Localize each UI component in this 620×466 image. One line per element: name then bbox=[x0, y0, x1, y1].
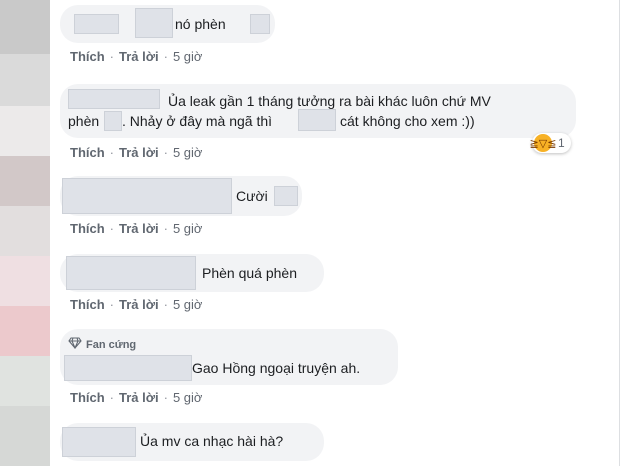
comment-actions: Thích · Trả lời · 5 giờ bbox=[70, 49, 202, 64]
separator-dot: · bbox=[109, 49, 115, 64]
reply-button[interactable]: Trả lời bbox=[119, 221, 159, 236]
comment-text: Phèn quá phèn bbox=[202, 265, 297, 281]
like-button[interactable]: Thích bbox=[70, 297, 105, 312]
avatar[interactable] bbox=[0, 256, 50, 306]
timestamp[interactable]: 5 giờ bbox=[173, 221, 203, 236]
avatar[interactable] bbox=[0, 156, 50, 206]
like-button[interactable]: Thích bbox=[70, 390, 105, 405]
reply-button[interactable]: Trả lời bbox=[119, 145, 159, 160]
separator-dot: · bbox=[109, 390, 115, 405]
blurred-name bbox=[62, 178, 232, 214]
comment-text: . Nhảy ở đây mà ngã thì bbox=[122, 113, 273, 129]
avatar[interactable] bbox=[0, 106, 50, 156]
comment-text: Cười bbox=[236, 188, 268, 204]
comment-bubble: nó phèn bbox=[60, 5, 275, 43]
avatar[interactable] bbox=[0, 306, 50, 356]
comment-text: nó phèn bbox=[175, 16, 226, 32]
reply-button[interactable]: Trả lời bbox=[119, 390, 159, 405]
fan-badge[interactable]: Fan cứng bbox=[68, 337, 136, 352]
blurred-name bbox=[135, 8, 173, 38]
comment-actions: Thích · Trả lời · 5 giờ bbox=[70, 145, 202, 160]
comment-actions: Thích · Trả lời · 5 giờ bbox=[70, 390, 202, 405]
avatar[interactable] bbox=[0, 406, 50, 466]
blurred-name bbox=[68, 89, 160, 109]
separator-dot: · bbox=[163, 297, 168, 312]
comment-bubble: Ủa leak gần 1 tháng tưởng ra bài khác lu… bbox=[60, 84, 576, 138]
separator-dot: · bbox=[109, 145, 115, 160]
blurred-text bbox=[298, 109, 336, 131]
blurred-text bbox=[274, 186, 298, 206]
blurred-text bbox=[104, 111, 122, 131]
laughing-emoji-icon: ≧▽≦ bbox=[530, 134, 556, 152]
diamond-icon bbox=[68, 337, 82, 352]
avatar[interactable] bbox=[0, 206, 50, 256]
blurred-name bbox=[66, 256, 196, 290]
comment-text: phèn bbox=[68, 113, 100, 129]
blurred-name bbox=[64, 355, 192, 381]
avatar[interactable] bbox=[0, 0, 50, 54]
comment-bubble: Ủa mv ca nhạc hài hà? bbox=[60, 423, 324, 461]
reply-button[interactable]: Trả lời bbox=[119, 297, 159, 312]
separator-dot: · bbox=[163, 221, 168, 236]
timestamp[interactable]: 5 giờ bbox=[173, 145, 203, 160]
comment-actions: Thích · Trả lời · 5 giờ bbox=[70, 221, 202, 236]
comment-text: cát không cho xem :)) bbox=[340, 113, 475, 129]
separator-dot: · bbox=[109, 221, 115, 236]
like-button[interactable]: Thích bbox=[70, 145, 105, 160]
reaction-summary[interactable]: ≧▽≦ 1 bbox=[530, 133, 571, 153]
avatar[interactable] bbox=[0, 356, 50, 406]
timestamp[interactable]: 5 giờ bbox=[173, 49, 203, 64]
separator-dot: · bbox=[163, 390, 168, 405]
timestamp[interactable]: 5 giờ bbox=[173, 390, 203, 405]
reaction-count: 1 bbox=[558, 136, 565, 150]
blurred-name bbox=[74, 14, 119, 34]
like-button[interactable]: Thích bbox=[70, 49, 105, 64]
comment-text: Ủa leak gần 1 tháng tưởng ra bài khác lu… bbox=[168, 93, 491, 109]
comment-text: Gao Hồng ngoại truyện ah. bbox=[192, 360, 361, 376]
comment-bubble: Cười bbox=[60, 176, 302, 216]
separator-dot: · bbox=[109, 297, 115, 312]
avatar-column bbox=[0, 0, 50, 466]
separator-dot: · bbox=[163, 145, 168, 160]
like-button[interactable]: Thích bbox=[70, 221, 105, 236]
avatar[interactable] bbox=[0, 54, 50, 106]
blurred-text bbox=[250, 14, 270, 34]
comment-bubble: Phèn quá phèn bbox=[60, 254, 324, 292]
badge-label: Fan cứng bbox=[86, 338, 137, 351]
blurred-name bbox=[62, 427, 136, 457]
comment-actions: Thích · Trả lời · 5 giờ bbox=[70, 297, 202, 312]
comment-text: Ủa mv ca nhạc hài hà? bbox=[140, 433, 284, 449]
timestamp[interactable]: 5 giờ bbox=[173, 297, 203, 312]
reply-button[interactable]: Trả lời bbox=[119, 49, 159, 64]
separator-dot: · bbox=[163, 49, 168, 64]
